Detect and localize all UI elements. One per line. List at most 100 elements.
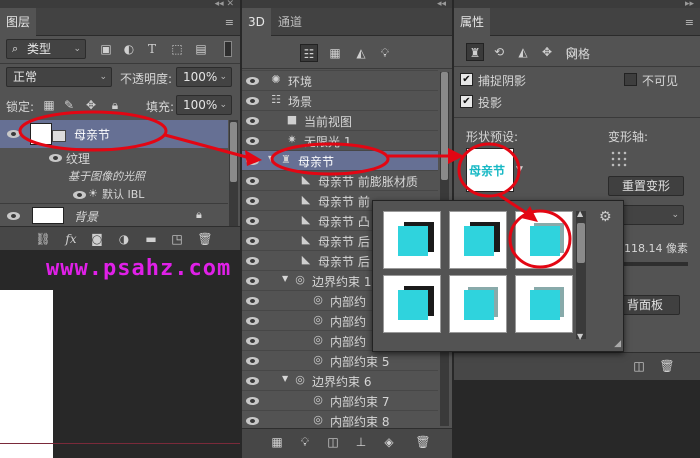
visibility-eye-icon[interactable] bbox=[245, 215, 261, 227]
expand-triangle-icon[interactable]: ▼ bbox=[282, 274, 288, 283]
preset-cube-cell[interactable] bbox=[515, 211, 573, 269]
extrude-value[interactable]: 118.14 像素 bbox=[624, 240, 688, 256]
panel-collapse-bar[interactable]: ◂◂ ✕ bbox=[0, 0, 240, 9]
opacity-field[interactable]: 100% ⌄ bbox=[176, 67, 232, 87]
layer-name[interactable]: 母亲节 bbox=[74, 126, 110, 143]
visibility-eye-icon[interactable] bbox=[245, 335, 261, 347]
visibility-eye-icon[interactable] bbox=[245, 255, 261, 267]
preset-cube-cell[interactable] bbox=[383, 275, 441, 333]
layer-texture[interactable]: 纹理 bbox=[66, 150, 90, 167]
lock-position-icon[interactable]: ✥ bbox=[82, 96, 100, 114]
3d-list-item[interactable]: ✺ 环境 bbox=[242, 70, 438, 90]
layer-ibl[interactable]: 基于图像的光照 bbox=[68, 168, 145, 184]
visibility-eye-icon[interactable] bbox=[245, 295, 261, 307]
new-layer-icon[interactable]: ◳ bbox=[168, 230, 186, 248]
filter-toggle[interactable] bbox=[224, 41, 232, 57]
trash-icon[interactable]: 🗑︎ bbox=[196, 230, 214, 248]
visibility-eye-icon[interactable] bbox=[245, 355, 261, 367]
visibility-eye-icon[interactable] bbox=[245, 75, 261, 87]
shape-preset-thumbnail[interactable]: 母亲节 bbox=[466, 148, 514, 192]
fx-icon[interactable]: fx bbox=[62, 230, 80, 248]
visibility-eye-icon[interactable] bbox=[6, 210, 22, 222]
filter-adjustment-icon[interactable]: ◐ bbox=[120, 40, 138, 58]
mesh-mode-icon[interactable]: ♜ bbox=[466, 43, 484, 61]
preset-cube-cell[interactable] bbox=[383, 211, 441, 269]
expand-triangle-icon[interactable]: ▼ bbox=[282, 374, 288, 383]
tab-properties[interactable]: 属性 bbox=[454, 8, 491, 36]
filter-smartobject-icon[interactable]: ▤ bbox=[192, 40, 210, 58]
visibility-eye-icon[interactable] bbox=[245, 275, 261, 287]
new-object-icon[interactable]: ◈ bbox=[380, 433, 398, 451]
layer-row-selected[interactable]: 母亲节 bbox=[0, 120, 228, 148]
ground-icon[interactable]: ⊥ bbox=[352, 433, 370, 451]
filter-scene-icon[interactable]: ▦ bbox=[268, 433, 286, 451]
folder-icon[interactable]: ▬ bbox=[142, 230, 160, 248]
visibility-eye-icon[interactable] bbox=[245, 175, 261, 187]
scroll-thumb[interactable] bbox=[441, 72, 448, 180]
visibility-eye-icon[interactable] bbox=[245, 375, 261, 387]
panel-menu-icon[interactable]: ≡ bbox=[685, 16, 694, 29]
visibility-eye-icon[interactable] bbox=[245, 395, 261, 407]
trash-icon[interactable]: 🗑︎ bbox=[658, 357, 676, 375]
resize-handle-icon[interactable]: ◢ bbox=[614, 339, 621, 349]
filter-shape-icon[interactable]: ⬚ bbox=[168, 40, 186, 58]
filter-pixel-icon[interactable]: ▣ bbox=[97, 40, 115, 58]
catch-shadows-checkbox[interactable]: ✔ bbox=[460, 73, 473, 86]
scroll-thumb[interactable] bbox=[577, 223, 585, 263]
gear-icon[interactable]: ⚙︎ bbox=[599, 209, 612, 225]
visibility-eye-icon[interactable] bbox=[72, 189, 88, 201]
visibility-eye-icon[interactable] bbox=[245, 95, 261, 107]
cast-shadows-checkbox[interactable]: ✔ bbox=[460, 95, 473, 108]
coordinates-icon[interactable]: ✥ bbox=[538, 43, 556, 61]
whole-scene-icon[interactable]: ☷ bbox=[300, 44, 318, 62]
tab-3d[interactable]: 3D bbox=[242, 8, 271, 36]
chevron-down-icon[interactable]: ▼ bbox=[516, 165, 523, 175]
preset-cube-cell[interactable] bbox=[515, 275, 573, 333]
visibility-eye-icon[interactable] bbox=[245, 135, 261, 147]
3d-list-item[interactable]: ◎ 内部约束 8 bbox=[242, 410, 438, 430]
3d-list-item[interactable]: ■ 当前视图 bbox=[242, 110, 438, 130]
panel-collapse-bar[interactable]: ◂◂ bbox=[242, 0, 452, 9]
adjustment-icon[interactable]: ◑ bbox=[115, 230, 133, 248]
invisible-checkbox[interactable] bbox=[624, 73, 637, 86]
scroll-up-icon[interactable]: ▲ bbox=[577, 209, 583, 218]
deform-icon[interactable]: ⟲ bbox=[490, 43, 508, 61]
lock-all-icon[interactable]: 🔒︎ bbox=[106, 96, 124, 114]
lock-image-icon[interactable]: ✎ bbox=[60, 96, 78, 114]
render-icon[interactable]: ◫ bbox=[630, 357, 648, 375]
deform-axis-grid[interactable] bbox=[610, 150, 628, 168]
render-icon[interactable]: ◫ bbox=[324, 433, 342, 451]
trash-icon[interactable]: 🗑︎ bbox=[414, 433, 432, 451]
materials-icon[interactable]: ◭ bbox=[352, 44, 370, 62]
canvas-area[interactable] bbox=[0, 250, 240, 458]
visibility-eye-icon[interactable] bbox=[245, 155, 261, 167]
visibility-eye-icon[interactable] bbox=[245, 115, 261, 127]
mask-icon[interactable]: ◙ bbox=[88, 230, 106, 248]
layer-background-name[interactable]: 背景 bbox=[74, 208, 98, 225]
visibility-eye-icon[interactable] bbox=[48, 152, 64, 164]
3d-list-item[interactable]: ◣ 母亲节 前膨胀材质 bbox=[242, 170, 438, 190]
visibility-eye-icon[interactable] bbox=[245, 415, 261, 427]
3d-item-selected[interactable]: ▼ ♜ 母亲节 bbox=[242, 150, 438, 170]
blend-mode-select[interactable]: 正常 ⌄ bbox=[6, 67, 112, 87]
filter-type-icon[interactable]: T bbox=[143, 40, 161, 58]
visibility-eye-icon[interactable] bbox=[245, 195, 261, 207]
panel-collapse-bar[interactable]: ▸▸ bbox=[454, 0, 700, 9]
3d-list-item[interactable]: ◎ 内部约束 7 bbox=[242, 390, 438, 410]
layer-default-ibl[interactable]: 默认 IBL bbox=[102, 186, 144, 202]
3d-list-item[interactable]: ✷ 无限光 1 bbox=[242, 130, 438, 150]
3d-list-item[interactable]: ◎ 内部约束 5 bbox=[242, 350, 438, 370]
extrude-select[interactable]: ⌄ bbox=[614, 205, 684, 225]
scroll-down-icon[interactable]: ▼ bbox=[577, 332, 583, 341]
value-slider[interactable] bbox=[622, 262, 688, 266]
preset-scrollbar[interactable]: ▲ ▼ bbox=[576, 209, 586, 341]
reset-deform-button[interactable]: 重置变形 bbox=[608, 176, 684, 196]
lights-icon[interactable]: 💡︎ bbox=[376, 44, 394, 62]
visibility-eye-icon[interactable] bbox=[6, 128, 22, 140]
3d-list-item[interactable]: ☷ 场景 bbox=[242, 90, 438, 110]
tab-channels[interactable]: 通道 bbox=[272, 8, 308, 36]
layers-scrollbar[interactable] bbox=[229, 120, 238, 226]
fill-field[interactable]: 100% ⌄ bbox=[176, 95, 232, 115]
filter-kind-select[interactable]: ⌕ 类型 ⌄ bbox=[6, 39, 86, 59]
tab-layers[interactable]: 图层 bbox=[0, 8, 37, 36]
